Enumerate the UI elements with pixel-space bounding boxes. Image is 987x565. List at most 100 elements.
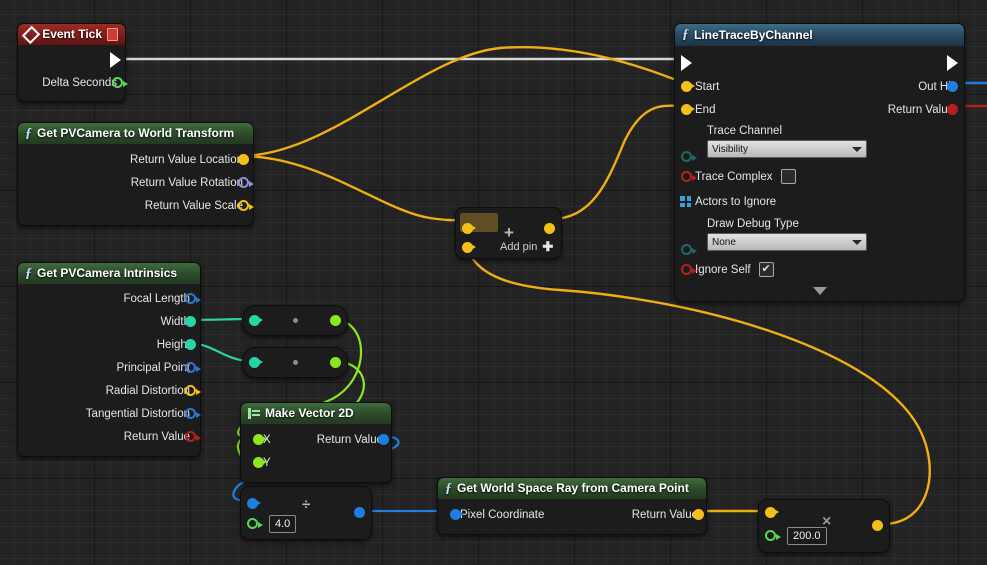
return-value-rotation-pin[interactable] bbox=[238, 177, 254, 188]
plus-icon: ✚ bbox=[542, 239, 554, 254]
pin-label-delta-seconds: Delta Seconds bbox=[42, 76, 117, 89]
add-output-pin[interactable] bbox=[544, 223, 555, 234]
node-conversion-width-to-float[interactable] bbox=[242, 305, 348, 336]
add-input-a-pin[interactable] bbox=[462, 223, 476, 234]
wire-add-to-end bbox=[551, 104, 685, 221]
array-pin-icon[interactable] bbox=[680, 196, 691, 207]
multiply-operator-glyph: × bbox=[822, 513, 832, 530]
pin-row-exec-out[interactable] bbox=[26, 49, 121, 71]
ray-return-value-pin[interactable] bbox=[693, 509, 704, 520]
end-pin[interactable] bbox=[681, 104, 695, 115]
ignore-self-pin[interactable] bbox=[681, 264, 697, 275]
return-value-scale-pin[interactable] bbox=[238, 200, 254, 211]
multiply-value-input[interactable]: 200.0 bbox=[787, 527, 827, 545]
pin-label-tangential-distortion: Tangential Distortion bbox=[85, 407, 190, 420]
divide-value-input[interactable]: 4.0 bbox=[269, 515, 297, 533]
pin-row-actors-to-ignore[interactable]: Actors to Ignore bbox=[680, 190, 954, 213]
pin-row-delta-seconds[interactable]: Delta Seconds bbox=[26, 71, 128, 94]
add-pin-label: Add pin bbox=[500, 241, 538, 253]
add-input-b-pin[interactable] bbox=[462, 242, 476, 253]
node-expand-toggle[interactable] bbox=[685, 281, 954, 297]
node-camera-to-world-transform[interactable]: ƒ Get PVCamera to World Transform Return… bbox=[17, 122, 254, 226]
trace-return-value-pin[interactable] bbox=[947, 104, 958, 115]
focal-length-pin[interactable] bbox=[185, 293, 201, 304]
pin-row-make-vector-y[interactable]: Y bbox=[249, 451, 383, 474]
ignore-self-label: Ignore Self bbox=[695, 263, 751, 276]
pixel-coordinate-pin[interactable] bbox=[450, 509, 464, 520]
chevron-down-icon bbox=[852, 239, 862, 245]
node-world-space-ray[interactable]: ƒ Get World Space Ray from Camera Point … bbox=[437, 477, 707, 535]
trace-complex-pin[interactable] bbox=[681, 171, 697, 182]
node-add[interactable]: + Add pin ✚ bbox=[455, 207, 562, 259]
conv-height-output-pin[interactable] bbox=[330, 357, 341, 368]
blueprint-graph-canvas[interactable]: Event Tick Delta Seconds ƒ Get PVCamera … bbox=[0, 0, 987, 565]
pin-row-intrinsics-return-value[interactable]: Return Value bbox=[26, 425, 201, 448]
divide-input-b-pin[interactable] bbox=[247, 518, 263, 529]
ignore-self-checkbox[interactable]: ✔ bbox=[758, 262, 774, 277]
intrinsics-return-value-pin[interactable] bbox=[185, 431, 201, 442]
pin-row-trace-exec[interactable] bbox=[681, 51, 958, 75]
node-camera-to-world-body: Return Value Location Return Value Rotat… bbox=[18, 144, 254, 225]
node-line-trace-header: ƒ LineTraceByChannel bbox=[675, 24, 964, 46]
width-pin[interactable] bbox=[185, 316, 196, 327]
pin-row-width[interactable]: Width bbox=[26, 310, 196, 333]
pin-row-height[interactable]: Height bbox=[26, 333, 196, 356]
node-camera-intrinsics[interactable]: ƒ Get PVCamera Intrinsics Focal Length W… bbox=[17, 262, 201, 457]
pin-row-return-value-location[interactable]: Return Value Location bbox=[26, 148, 249, 171]
pin-label-start: Start bbox=[695, 80, 720, 93]
node-camera-to-world-title: Get PVCamera to World Transform bbox=[37, 126, 235, 140]
pin-row-radial-distortion[interactable]: Radial Distortion bbox=[26, 379, 201, 402]
actors-to-ignore-label: Actors to Ignore bbox=[695, 195, 777, 208]
draw-debug-pin[interactable] bbox=[681, 244, 697, 255]
pin-row-return-value-scale[interactable]: Return Value Scale bbox=[26, 194, 254, 217]
conv-width-input-pin[interactable] bbox=[249, 315, 263, 326]
tangential-distortion-pin[interactable] bbox=[185, 408, 201, 419]
draw-debug-dropdown[interactable]: None bbox=[707, 233, 867, 251]
pin-row-end[interactable]: End Return Value bbox=[681, 98, 958, 121]
trace-exec-out-pin[interactable] bbox=[947, 55, 958, 71]
conv-width-output-pin[interactable] bbox=[330, 315, 341, 326]
delta-seconds-pin[interactable] bbox=[112, 77, 128, 88]
node-conversion-height-to-float[interactable] bbox=[242, 347, 348, 378]
trace-exec-in-pin[interactable] bbox=[681, 55, 692, 71]
start-pin[interactable] bbox=[681, 81, 695, 92]
draw-debug-value: None bbox=[712, 236, 736, 248]
pin-row-start[interactable]: Start Out Hit bbox=[681, 75, 958, 98]
divide-output-pin[interactable] bbox=[354, 507, 365, 518]
multiply-output-pin[interactable] bbox=[872, 520, 883, 531]
multiply-input-a-pin[interactable] bbox=[765, 507, 779, 518]
pin-row-pixel-coordinate[interactable]: Pixel Coordinate Return Value bbox=[446, 503, 704, 526]
function-icon: ƒ bbox=[445, 481, 452, 496]
pin-row-principal-point[interactable]: Principal Point bbox=[26, 356, 201, 379]
divide-input-a-pin[interactable] bbox=[247, 498, 261, 509]
trace-channel-pin[interactable] bbox=[681, 151, 697, 162]
pin-row-return-value-rotation[interactable]: Return Value Rotation bbox=[26, 171, 254, 194]
trace-channel-dropdown[interactable]: Visibility bbox=[707, 140, 867, 158]
pin-row-focal-length[interactable]: Focal Length bbox=[26, 287, 201, 310]
conv-height-input-pin[interactable] bbox=[249, 357, 263, 368]
node-multiply[interactable]: 200.0 × bbox=[758, 499, 890, 553]
pin-row-trace-complex[interactable]: Trace Complex bbox=[681, 165, 954, 188]
make-vector-y-pin[interactable] bbox=[253, 457, 267, 468]
out-hit-pin[interactable] bbox=[947, 81, 958, 92]
exec-out-pin[interactable] bbox=[110, 52, 121, 68]
make-vector-return-value-pin[interactable] bbox=[378, 434, 389, 445]
principal-point-pin[interactable] bbox=[185, 362, 201, 373]
add-pin-button[interactable]: Add pin ✚ bbox=[500, 239, 553, 255]
height-pin[interactable] bbox=[185, 339, 196, 350]
node-make-vector-2d[interactable]: Make Vector 2D X Return Value Y bbox=[240, 402, 392, 483]
pin-row-tangential-distortion[interactable]: Tangential Distortion bbox=[26, 402, 201, 425]
radial-distortion-pin[interactable] bbox=[185, 385, 201, 396]
node-event-tick-header: Event Tick bbox=[18, 24, 125, 45]
node-divide[interactable]: 4.0 ÷ bbox=[240, 486, 372, 540]
pin-row-ignore-self[interactable]: Ignore Self ✔ bbox=[681, 258, 954, 281]
make-vector-x-pin[interactable] bbox=[253, 434, 267, 445]
node-event-tick[interactable]: Event Tick Delta Seconds bbox=[17, 23, 128, 102]
node-line-trace-by-channel[interactable]: ƒ LineTraceByChannel Start Out Hit End R… bbox=[674, 23, 965, 302]
return-value-location-pin[interactable] bbox=[238, 154, 249, 165]
trace-complex-checkbox[interactable] bbox=[780, 169, 796, 184]
node-divide-body: 4.0 ÷ bbox=[241, 487, 371, 539]
multiply-input-b-pin[interactable] bbox=[765, 530, 781, 541]
event-diamond-icon bbox=[21, 25, 41, 44]
pin-row-make-vector-x[interactable]: X Return Value bbox=[249, 428, 389, 451]
